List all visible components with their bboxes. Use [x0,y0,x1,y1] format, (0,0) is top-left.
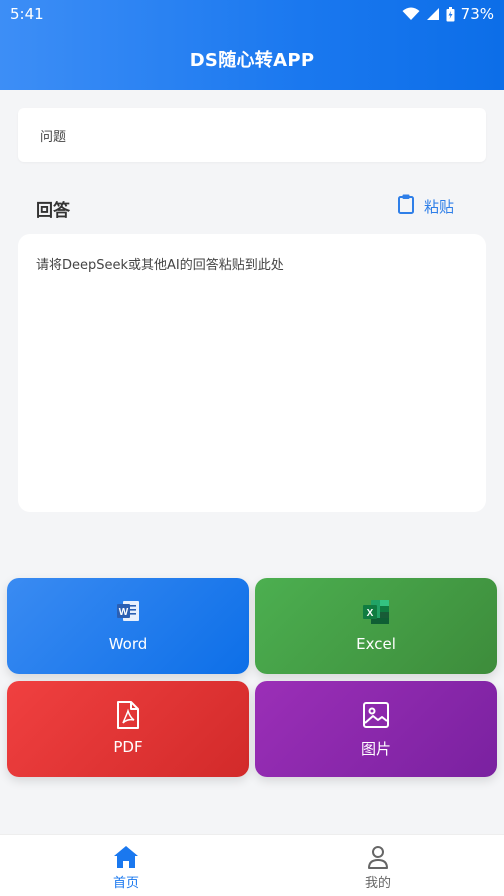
svg-text:W: W [119,607,129,618]
pdf-icon [7,701,249,729]
nav-item-home[interactable]: 首页 [0,835,252,896]
word-icon: W [7,598,249,626]
svg-text:X: X [367,608,374,619]
export-word-button[interactable]: W Word [7,578,249,674]
paste-label: 粘贴 [424,197,455,216]
answer-textarea[interactable]: 请将DeepSeek或其他AI的回答粘贴到此处 [18,234,486,512]
export-excel-label: Excel [356,635,396,653]
image-icon [255,701,497,729]
question-field[interactable]: 问题 [18,108,486,162]
home-icon [0,845,252,869]
nav-item-mine[interactable]: 我的 [252,835,504,896]
app-header: 5:41 73% DS随心转APP [0,0,504,90]
question-placeholder: 问题 [40,130,67,145]
signal-icon [426,7,440,21]
bottom-nav: 首页 我的 [0,834,504,896]
answer-label: 回答 [36,201,70,221]
clipboard-icon [398,194,414,218]
excel-icon: X [255,598,497,626]
app-title: DS随心转APP [189,50,315,71]
export-pdf-button[interactable]: PDF [7,681,249,777]
export-excel-button[interactable]: X Excel [255,578,497,674]
export-pdf-label: PDF [113,738,143,756]
nav-mine-label: 我的 [364,876,391,891]
battery-icon [446,6,455,22]
battery-percent: 73% [460,5,494,23]
answer-placeholder: 请将DeepSeek或其他AI的回答粘贴到此处 [36,258,284,273]
export-word-label: Word [108,635,148,653]
person-icon [252,845,504,869]
app-root: 5:41 73% DS随心转APP 问题 回答 粘贴 请将DeepSeek或其他… [0,0,504,896]
status-icons: 73% [402,5,494,23]
status-time: 5:41 [10,5,44,23]
status-bar: 5:41 73% [0,0,504,28]
export-image-label: 图片 [360,740,391,758]
paste-button[interactable]: 粘贴 [398,194,454,218]
nav-home-label: 首页 [112,876,139,891]
wifi-icon [402,7,420,21]
export-image-button[interactable]: 图片 [255,681,497,777]
